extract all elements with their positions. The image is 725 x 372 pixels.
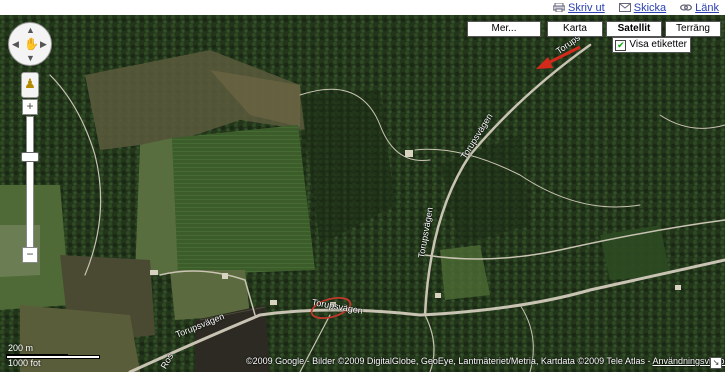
envelope-icon <box>618 3 631 12</box>
top-links-bar: Skriv ut Skicka Länk <box>0 0 725 15</box>
print-link[interactable]: Skriv ut <box>553 2 605 14</box>
show-labels-toggle[interactable]: ✔ Visa etiketter <box>612 37 691 53</box>
more-button[interactable]: Mer... <box>467 21 541 37</box>
hand-icon: ✋ <box>24 37 39 51</box>
pan-up-icon[interactable]: ▲ <box>26 25 35 35</box>
copyright-notice: ©2009 Google - Bilder ©2009 DigitalGlobe… <box>246 356 725 366</box>
map-type-terrain-button[interactable]: Terräng <box>665 21 721 37</box>
map-type-satellite-button[interactable]: Satellit <box>606 21 662 37</box>
satellite-imagery <box>0 15 725 372</box>
link-link[interactable]: Länk <box>680 2 719 14</box>
send-link[interactable]: Skicka <box>618 1 667 14</box>
pan-left-icon[interactable]: ◀ <box>12 39 19 50</box>
pan-control[interactable]: ▲ ▼ ◀ ▶ ✋ <box>8 22 52 66</box>
pan-right-icon[interactable]: ▶ <box>40 39 47 50</box>
send-label: Skicka <box>633 1 667 14</box>
street-view-pegman-icon[interactable]: ♟ <box>21 72 39 98</box>
scale-bar: 200 m 1000 fot <box>6 343 102 369</box>
checkbox-checked-icon[interactable]: ✔ <box>615 39 627 51</box>
map-type-map-button[interactable]: Karta <box>547 21 603 37</box>
overview-map-toggle-icon[interactable]: ↘ <box>710 357 722 369</box>
link-label: Länk <box>695 1 719 14</box>
print-label: Skriv ut <box>568 1 605 14</box>
satellite-map[interactable]: Torups Torupsvägen Torupsvägen Torupsväg… <box>0 15 725 372</box>
copyright-text: ©2009 Google - Bilder ©2009 DigitalGlobe… <box>246 356 653 366</box>
zoom-slider-thumb[interactable] <box>21 152 39 162</box>
link-icon <box>680 4 693 11</box>
print-icon <box>553 3 566 12</box>
show-labels-label: Visa etiketter <box>629 39 687 50</box>
map-type-control: Mer... Karta Satellit Terräng <box>467 21 721 37</box>
scale-imperial-label: 1000 fot <box>8 358 41 368</box>
zoom-out-button[interactable]: − <box>22 247 38 263</box>
zoom-in-button[interactable]: + <box>22 99 38 115</box>
pan-down-icon[interactable]: ▼ <box>26 53 35 63</box>
zoom-slider[interactable] <box>26 116 34 252</box>
scale-metric-label: 200 m <box>8 343 34 353</box>
